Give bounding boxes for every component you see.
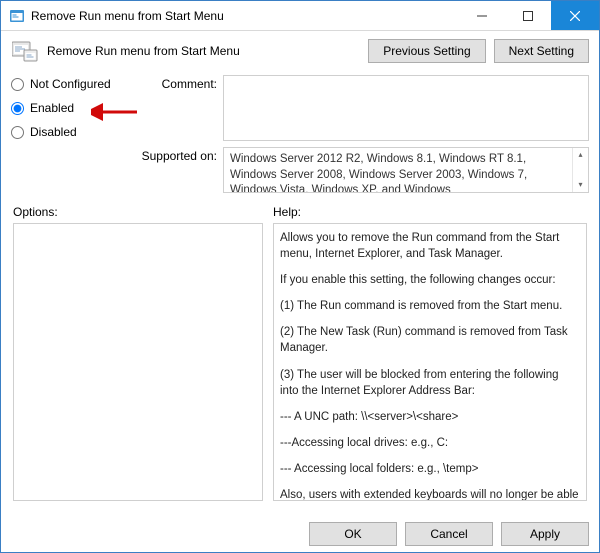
next-setting-button[interactable]: Next Setting	[494, 39, 589, 63]
state-radios: Not Configured Enabled Disabled	[11, 75, 131, 139]
policy-icon	[11, 39, 39, 63]
scroll-up-icon[interactable]: ▴	[573, 148, 588, 162]
radio-enabled-label: Enabled	[30, 101, 74, 115]
supported-scroll[interactable]: ▴ ▾	[572, 148, 588, 192]
app-icon	[9, 8, 25, 24]
radio-disabled-label: Disabled	[30, 125, 77, 139]
help-text: Also, users with extended keyboards will…	[280, 487, 580, 501]
radio-not-configured-label: Not Configured	[30, 77, 111, 91]
radio-not-configured-input[interactable]	[11, 78, 24, 91]
footer-buttons: OK Cancel Apply	[11, 516, 589, 546]
comment-input[interactable]	[223, 75, 589, 141]
radio-disabled-input[interactable]	[11, 126, 24, 139]
help-text: Allows you to remove the Run command fro…	[280, 230, 580, 262]
help-text: (2) The New Task (Run) command is remove…	[280, 324, 580, 356]
help-box[interactable]: Allows you to remove the Run command fro…	[273, 223, 587, 501]
help-label: Help:	[273, 205, 587, 219]
close-button[interactable]	[551, 1, 599, 30]
previous-setting-button[interactable]: Previous Setting	[368, 39, 485, 63]
help-text: (3) The user will be blocked from enteri…	[280, 367, 580, 399]
maximize-button[interactable]	[505, 1, 551, 30]
titlebar: Remove Run menu from Start Menu	[1, 1, 599, 31]
ok-button[interactable]: OK	[309, 522, 397, 546]
help-text: If you enable this setting, the followin…	[280, 272, 580, 288]
scroll-down-icon[interactable]: ▾	[573, 178, 588, 192]
radio-disabled[interactable]: Disabled	[11, 125, 131, 139]
minimize-button[interactable]	[459, 1, 505, 30]
options-box	[13, 223, 263, 501]
window-controls	[459, 1, 599, 30]
radio-enabled-input[interactable]	[11, 102, 24, 115]
help-text: --- Accessing local folders: e.g., \temp…	[280, 461, 580, 477]
window-title: Remove Run menu from Start Menu	[31, 9, 459, 23]
comment-label: Comment:	[137, 75, 217, 91]
supported-on-label: Supported on:	[137, 147, 217, 163]
radio-not-configured[interactable]: Not Configured	[11, 77, 131, 91]
supported-on-box: Windows Server 2012 R2, Windows 8.1, Win…	[223, 147, 589, 193]
help-text: ---Accessing local drives: e.g., C:	[280, 435, 580, 451]
supported-on-text: Windows Server 2012 R2, Windows 8.1, Win…	[230, 153, 527, 193]
cancel-button[interactable]: Cancel	[405, 522, 493, 546]
options-label: Options:	[13, 205, 263, 219]
radio-enabled[interactable]: Enabled	[11, 101, 131, 115]
help-text: --- A UNC path: \\<server>\<share>	[280, 409, 580, 425]
apply-button[interactable]: Apply	[501, 522, 589, 546]
policy-title: Remove Run menu from Start Menu	[47, 44, 360, 58]
help-text: (1) The Run command is removed from the …	[280, 298, 580, 314]
